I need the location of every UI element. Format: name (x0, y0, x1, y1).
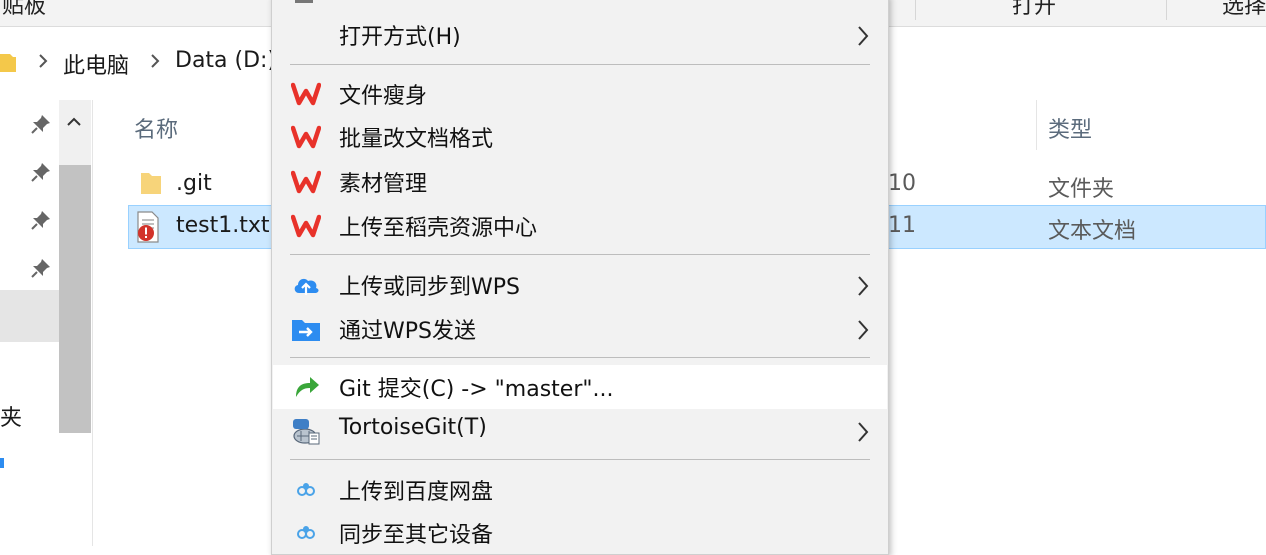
wps-logo-icon (290, 123, 322, 151)
ribbon-open-label[interactable]: 打开 (1012, 0, 1056, 20)
git-commit-arrow-icon (291, 373, 321, 401)
wps-logo-icon (290, 212, 322, 240)
chevron-right-icon (857, 319, 869, 341)
menu-item-send-via-wps[interactable]: 通过WPS发送 (273, 307, 887, 351)
nav-selected-item[interactable] (0, 290, 59, 342)
file-type: 文件夹 (1048, 177, 1115, 202)
column-separator[interactable] (1036, 100, 1037, 150)
menu-item-sync-devices[interactable]: 同步至其它设备 (273, 511, 887, 555)
file-date: 11 (888, 213, 916, 238)
chevron-right-icon[interactable] (38, 52, 48, 70)
send-folder-icon (291, 315, 321, 343)
folder-icon (139, 170, 163, 196)
ribbon-select-label[interactable]: 选择 (1222, 0, 1266, 20)
file-name: .git (176, 171, 212, 196)
pin-icon[interactable] (30, 113, 52, 135)
column-header-name[interactable]: 名称 (134, 112, 178, 144)
menu-item-tortoisegit[interactable]: TortoiseGit(T) (273, 409, 887, 453)
tortoisegit-icon (291, 417, 321, 445)
wps-logo-icon (290, 80, 322, 108)
ribbon-clipboard-label[interactable]: 剪贴板 (0, 0, 46, 20)
scroll-up-icon[interactable] (67, 112, 81, 131)
pin-icon[interactable] (30, 161, 52, 183)
baidu-cloud-icon (291, 519, 321, 547)
menu-separator (290, 357, 870, 358)
nav-scrollbar-thumb[interactable] (59, 165, 91, 433)
menu-item-wps-slim[interactable]: 文件瘦身 (273, 72, 887, 116)
baidu-cloud-icon (291, 476, 321, 504)
file-type: 文本文档 (1048, 219, 1137, 244)
menu-item-upload-sync-wps[interactable]: 上传或同步到WPS (273, 263, 887, 307)
chevron-right-icon (857, 275, 869, 297)
menu-icon-partial (291, 0, 321, 4)
menu-item-wps-assets[interactable]: 素材管理 (273, 160, 887, 204)
file-date: 10 (888, 171, 916, 196)
cloud-upload-icon (291, 271, 321, 299)
menu-item-git-commit[interactable]: Git 提交(C) -> "master"... (273, 365, 887, 409)
wps-logo-icon (290, 168, 322, 196)
text-file-icon (134, 211, 162, 243)
nav-item-label[interactable]: 夹 (0, 400, 22, 432)
menu-item-baidu-upload[interactable]: 上传到百度网盘 (273, 468, 887, 512)
pane-divider (92, 100, 93, 546)
folder-icon (0, 50, 16, 74)
pin-icon[interactable] (30, 209, 52, 231)
context-menu: 打开方式(H) 文件瘦身 批量改文档格式 素材管理 上传至稻壳资源中心 上传或同… (271, 0, 889, 555)
menu-separator (290, 254, 870, 255)
column-header-type[interactable]: 类型 (1048, 112, 1092, 144)
menu-item-wps-convert[interactable]: 批量改文档格式 (273, 115, 887, 159)
chevron-right-icon[interactable] (150, 52, 160, 70)
menu-separator (290, 459, 870, 460)
ribbon-separator (1166, 0, 1167, 20)
chevron-right-icon (857, 25, 869, 47)
chevron-right-icon (857, 421, 869, 443)
pin-icon[interactable] (30, 257, 52, 279)
menu-item-open-with[interactable]: 打开方式(H) (273, 13, 887, 57)
ribbon-separator (915, 0, 916, 20)
breadcrumb-this-pc[interactable]: 此电脑 (63, 48, 129, 80)
menu-separator (290, 64, 870, 65)
menu-item-wps-upload-docer[interactable]: 上传至稻壳资源中心 (273, 204, 887, 248)
file-name: test1.txt (176, 213, 270, 238)
breadcrumb-data-drive[interactable]: Data (D:) (175, 48, 276, 73)
nav-item-marker (0, 458, 4, 468)
